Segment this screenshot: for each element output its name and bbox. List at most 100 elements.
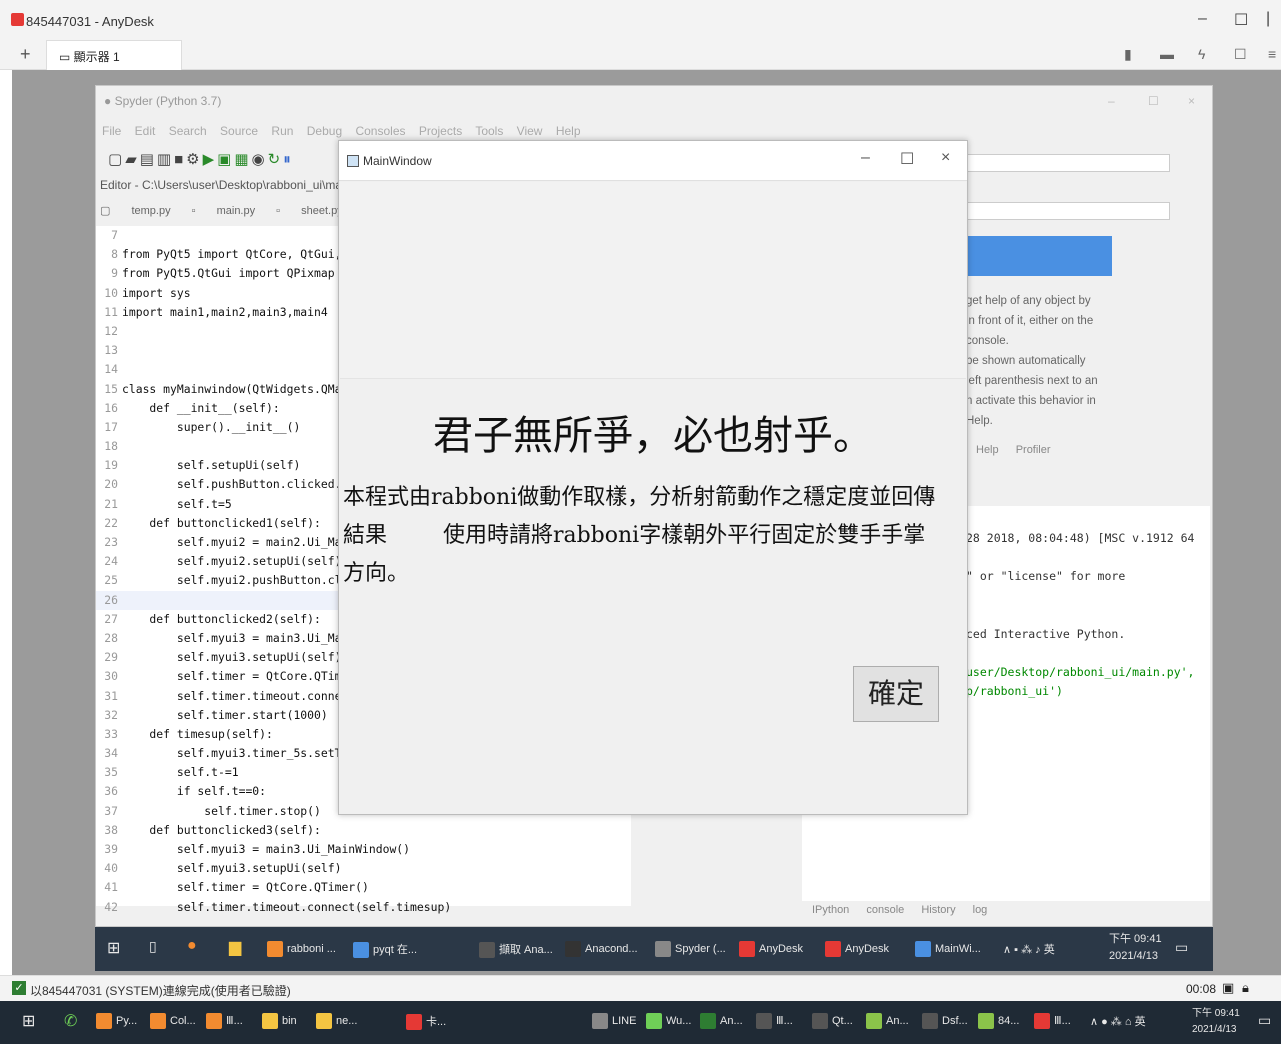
- close-icon[interactable]: |: [1266, 10, 1270, 28]
- local-start-icon[interactable]: ⊞: [22, 1011, 35, 1031]
- task-view-icon[interactable]: ▯: [149, 938, 157, 955]
- remote-taskbar-item[interactable]: 擷取 Ana...: [479, 941, 553, 959]
- help-source-combo[interactable]: [966, 202, 1170, 220]
- start-icon[interactable]: ⊞: [107, 938, 120, 958]
- menu-icon[interactable]: ≡: [1268, 46, 1276, 62]
- local-taskbar-item[interactable]: ne...: [316, 1013, 357, 1029]
- local-taskbar-item[interactable]: Ⅲ...: [206, 1013, 243, 1029]
- mw-close-icon[interactable]: ×: [941, 149, 950, 167]
- menu-search[interactable]: Search: [169, 124, 220, 138]
- line-number: 23: [104, 535, 118, 549]
- run-cell-icon[interactable]: ▣: [217, 151, 234, 168]
- tab-display-1[interactable]: ▭ 顯示器 1: [46, 40, 182, 70]
- app-icon: [96, 1013, 112, 1029]
- transfer-icon[interactable]: ▣: [1222, 980, 1234, 996]
- action-icon[interactable]: ϟ: [1198, 46, 1205, 62]
- rerun-icon[interactable]: ↻: [268, 151, 284, 168]
- spyder-close-icon[interactable]: ×: [1188, 94, 1195, 108]
- local-taskbar-item[interactable]: LINE: [592, 1013, 636, 1029]
- app-icon: [479, 942, 495, 959]
- working-dir-combo[interactable]: [966, 154, 1170, 172]
- explorer-icon[interactable]: ▆: [229, 937, 241, 957]
- file-tab[interactable]: temp.py ▫: [131, 205, 216, 217]
- spyder-minimize-icon[interactable]: –: [1108, 94, 1115, 108]
- local-taskbar-item[interactable]: Py...: [96, 1013, 137, 1029]
- menu-source[interactable]: Source: [220, 124, 271, 138]
- remote-taskbar-item[interactable]: Spyder (...: [655, 941, 726, 957]
- menu-projects[interactable]: Projects: [419, 124, 475, 138]
- menu-consoles[interactable]: Consoles: [355, 124, 418, 138]
- run-cell-advance-icon[interactable]: ▦: [234, 151, 251, 168]
- local-clock[interactable]: 下午 09:41 2021/4/13: [1192, 1006, 1240, 1038]
- remote-taskbar-item[interactable]: AnyDesk: [825, 941, 889, 957]
- stop-icon[interactable]: ■: [174, 151, 186, 168]
- spyder-title: ● Spyder (Python 3.7): [104, 94, 222, 108]
- tray-icons[interactable]: ∧ ▪ ⁂ ♪ 英: [1003, 941, 1055, 957]
- spyder-logo-icon: ●: [104, 94, 115, 108]
- minimize-icon[interactable]: –: [1198, 10, 1207, 28]
- firefox-icon[interactable]: ●: [187, 937, 197, 955]
- mw-maximize-icon[interactable]: ☐: [900, 149, 914, 169]
- remote-taskbar-item[interactable]: MainWi...: [915, 941, 981, 957]
- console-tabs[interactable]: IPython console History log: [812, 904, 987, 916]
- local-taskbar-item[interactable]: Dsf...: [922, 1013, 968, 1029]
- menu-debug[interactable]: Debug: [307, 124, 356, 138]
- save-icon[interactable]: ▤: [140, 151, 157, 168]
- new-file-icon[interactable]: ▢: [108, 151, 125, 168]
- spyder-toolbar[interactable]: ▢▰▤▥■⚙▶▣▦◉↻⏸: [108, 150, 294, 168]
- local-taskbar-item[interactable]: 84...: [978, 1013, 1019, 1029]
- display-icon[interactable]: ▬: [1160, 46, 1174, 62]
- phone-icon[interactable]: ✆: [64, 1011, 77, 1031]
- local-taskbar-item[interactable]: bin: [262, 1013, 297, 1029]
- maximize-icon[interactable]: ☐: [1234, 10, 1248, 30]
- local-taskbar-item[interactable]: Ⅲ...: [1034, 1013, 1071, 1029]
- remote-clock[interactable]: 下午 09:41 2021/4/13: [1109, 931, 1162, 965]
- menu-view[interactable]: View: [517, 124, 556, 138]
- settings-icon[interactable]: ⚙: [186, 151, 202, 168]
- taskbar-item-label: Spyder (...: [675, 942, 726, 955]
- menu-run[interactable]: Run: [271, 124, 306, 138]
- run-icon[interactable]: ▶: [203, 151, 218, 168]
- mw-minimize-icon[interactable]: –: [861, 149, 870, 167]
- remote-taskbar-item[interactable]: Anacond...: [565, 941, 638, 957]
- remote-taskbar-item[interactable]: pyqt 在...: [353, 941, 417, 959]
- menu-edit[interactable]: Edit: [135, 124, 169, 138]
- mainwindow-titlebar: MainWindow – ☐ ×: [339, 141, 967, 181]
- local-taskbar-item[interactable]: An...: [866, 1013, 909, 1029]
- local-taskbar-item[interactable]: Ⅲ...: [756, 1013, 793, 1029]
- local-notification-icon[interactable]: ▭: [1258, 1012, 1271, 1029]
- remote-taskbar-item[interactable]: rabboni ...: [267, 941, 336, 957]
- local-taskbar-item[interactable]: An...: [700, 1013, 743, 1029]
- code-text: self.timer = QtCore.QTimer(): [122, 880, 369, 895]
- help-tab[interactable]: Profiler: [1016, 444, 1051, 456]
- line-number: 37: [104, 803, 118, 818]
- local-tray-icons[interactable]: ∧ ● ⁂ ⌂ 英: [1090, 1013, 1146, 1029]
- notification-icon[interactable]: ▭: [1175, 939, 1188, 956]
- remote-taskbar-item[interactable]: AnyDesk: [739, 941, 803, 957]
- local-taskbar-item[interactable]: 卡...: [406, 1013, 446, 1031]
- help-tab[interactable]: Help: [976, 444, 1016, 456]
- open-icon[interactable]: ▰: [125, 151, 140, 168]
- spyder-maximize-icon[interactable]: ☐: [1148, 94, 1159, 108]
- menu-tools[interactable]: Tools: [475, 124, 516, 138]
- local-taskbar-item[interactable]: Col...: [150, 1013, 196, 1029]
- ok-button[interactable]: 確定: [853, 666, 939, 722]
- help-tabs[interactable]: Help Profiler: [976, 444, 1051, 456]
- window-icon[interactable]: ☐: [1234, 46, 1247, 63]
- console-tab[interactable]: IPython console: [812, 904, 921, 916]
- lock-icon[interactable]: 🔒︎: [1242, 980, 1249, 996]
- new-tab-icon[interactable]: +: [20, 44, 31, 65]
- browse-tabs-icon[interactable]: ▢: [100, 205, 131, 217]
- local-taskbar-item[interactable]: Wu...: [646, 1013, 691, 1029]
- app-icon: [592, 1013, 608, 1029]
- menu-file[interactable]: File: [102, 124, 135, 138]
- file-icon[interactable]: ▮: [1124, 46, 1132, 63]
- menu-help[interactable]: Help: [556, 124, 581, 138]
- save-all-icon[interactable]: ▥: [157, 151, 174, 168]
- console-tab[interactable]: History log: [921, 904, 987, 916]
- debug-icon[interactable]: ⏸: [283, 151, 294, 168]
- file-tab[interactable]: main.py ▫: [217, 205, 302, 217]
- local-taskbar-item[interactable]: Qt...: [812, 1013, 853, 1029]
- run-selection-icon[interactable]: ◉: [252, 151, 268, 168]
- taskbar-item-label: 擷取 Ana...: [499, 944, 553, 956]
